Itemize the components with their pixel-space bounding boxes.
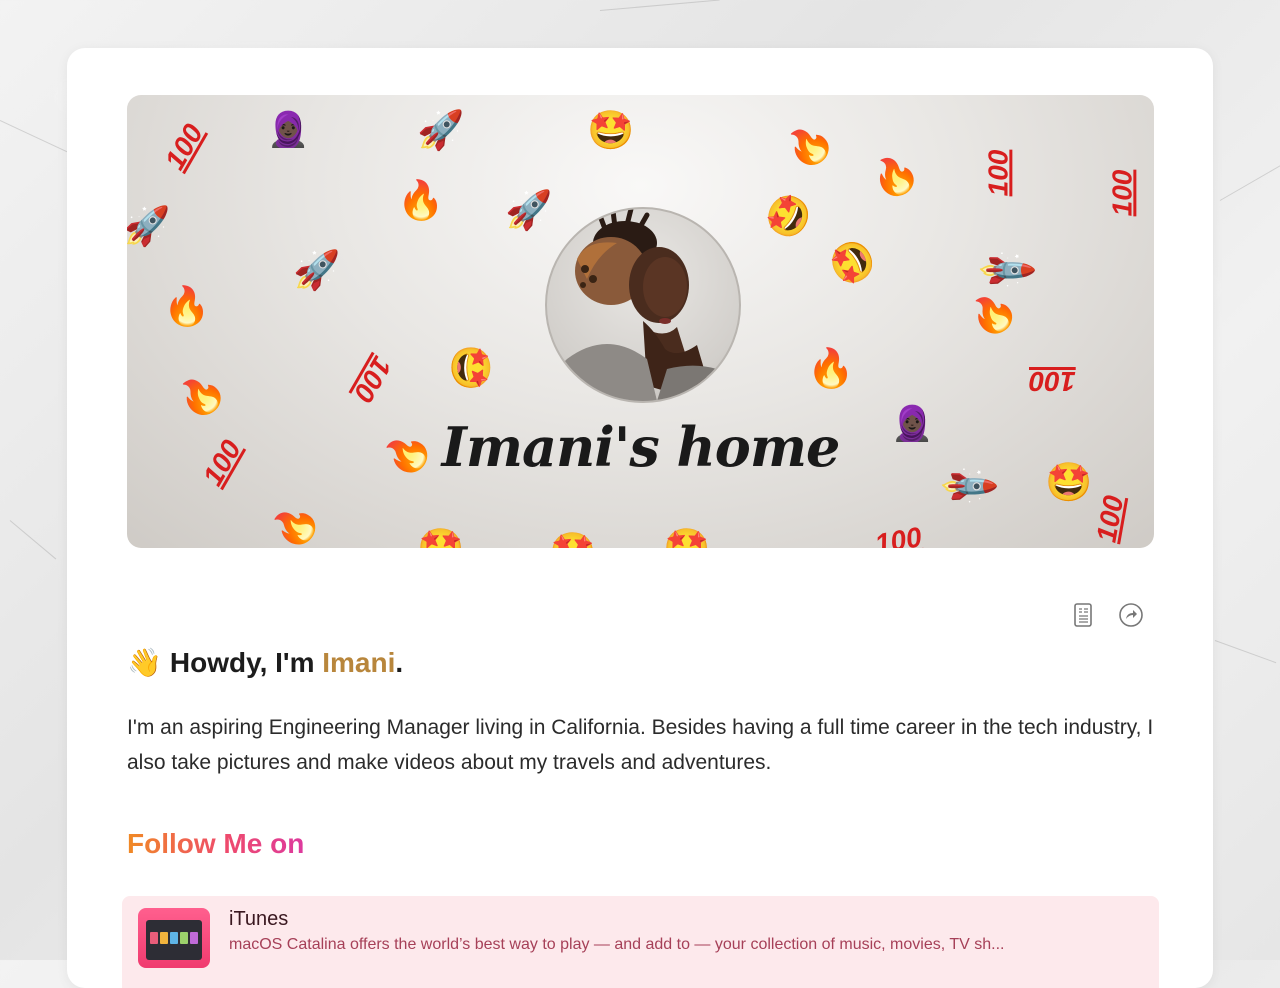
profile-card: 100 100 100 100 100 100 100 100 🚀 🚀 🚀 🚀 … (67, 48, 1213, 988)
fire-emoji: 🔥 (807, 346, 855, 390)
star-struck-emoji: 🤩 (821, 230, 884, 294)
cover-banner: 100 100 100 100 100 100 100 100 🚀 🚀 🚀 🚀 … (127, 95, 1154, 548)
link-description: macOS Catalina offers the world’s best w… (229, 936, 1005, 953)
rocket-emoji: 🚀 (293, 248, 341, 292)
portrait-illustration (547, 209, 739, 401)
hundred-emoji: 100 (982, 149, 1014, 197)
star-struck-emoji: 🤩 (448, 344, 493, 392)
fire-emoji: 🔥 (263, 494, 326, 548)
woman-with-headscarf-emoji: 🧕🏿 (267, 110, 310, 150)
follow-title: Follow Me on (127, 828, 305, 859)
name-text: Imani (322, 647, 396, 678)
share-icon[interactable] (1118, 602, 1144, 628)
star-struck-emoji: 🤩 (663, 526, 711, 548)
bio-text: I'm an aspiring Engineering Manager livi… (127, 716, 1154, 774)
hundred-emoji: 100 (158, 118, 210, 175)
hundred-emoji: 100 (1090, 493, 1130, 545)
intro-heading: 👋 Howdy, I'm Imani. (127, 646, 403, 679)
star-struck-emoji: 🤩 (417, 526, 465, 548)
star-struck-emoji: 🤩 (549, 533, 596, 548)
fire-emoji: 🔥 (863, 145, 927, 207)
link-card-itunes[interactable]: iTunes macOS Catalina offers the world’s… (122, 896, 1159, 988)
star-struck-emoji: 🤩 (757, 184, 820, 248)
fire-emoji: 🔥 (397, 178, 445, 222)
hundred-emoji: 100 (1106, 169, 1138, 217)
hundred-emoji: 100 (872, 521, 924, 548)
rocket-emoji: 🚀 (417, 108, 465, 152)
link-thumbnail (138, 908, 210, 968)
rocket-emoji: 🚀 (505, 188, 553, 232)
toolbar (1070, 602, 1144, 628)
fire-emoji: 🔥 (776, 113, 841, 179)
avatar (545, 207, 741, 403)
hundred-emoji: 100 (347, 351, 398, 408)
star-struck-emoji: 🤩 (587, 108, 635, 152)
wave-emoji: 👋 (127, 646, 162, 679)
link-title: iTunes (229, 908, 289, 930)
fire-emoji: 🔥 (163, 284, 211, 328)
cover-title: Imani's home (441, 415, 841, 479)
rocket-emoji: 🚀 (127, 204, 171, 248)
reader-icon[interactable] (1070, 602, 1096, 628)
greeting-text: Howdy, I'm (169, 647, 315, 678)
greeting-period: . (395, 647, 404, 678)
hundred-emoji: 100 (1029, 366, 1076, 397)
